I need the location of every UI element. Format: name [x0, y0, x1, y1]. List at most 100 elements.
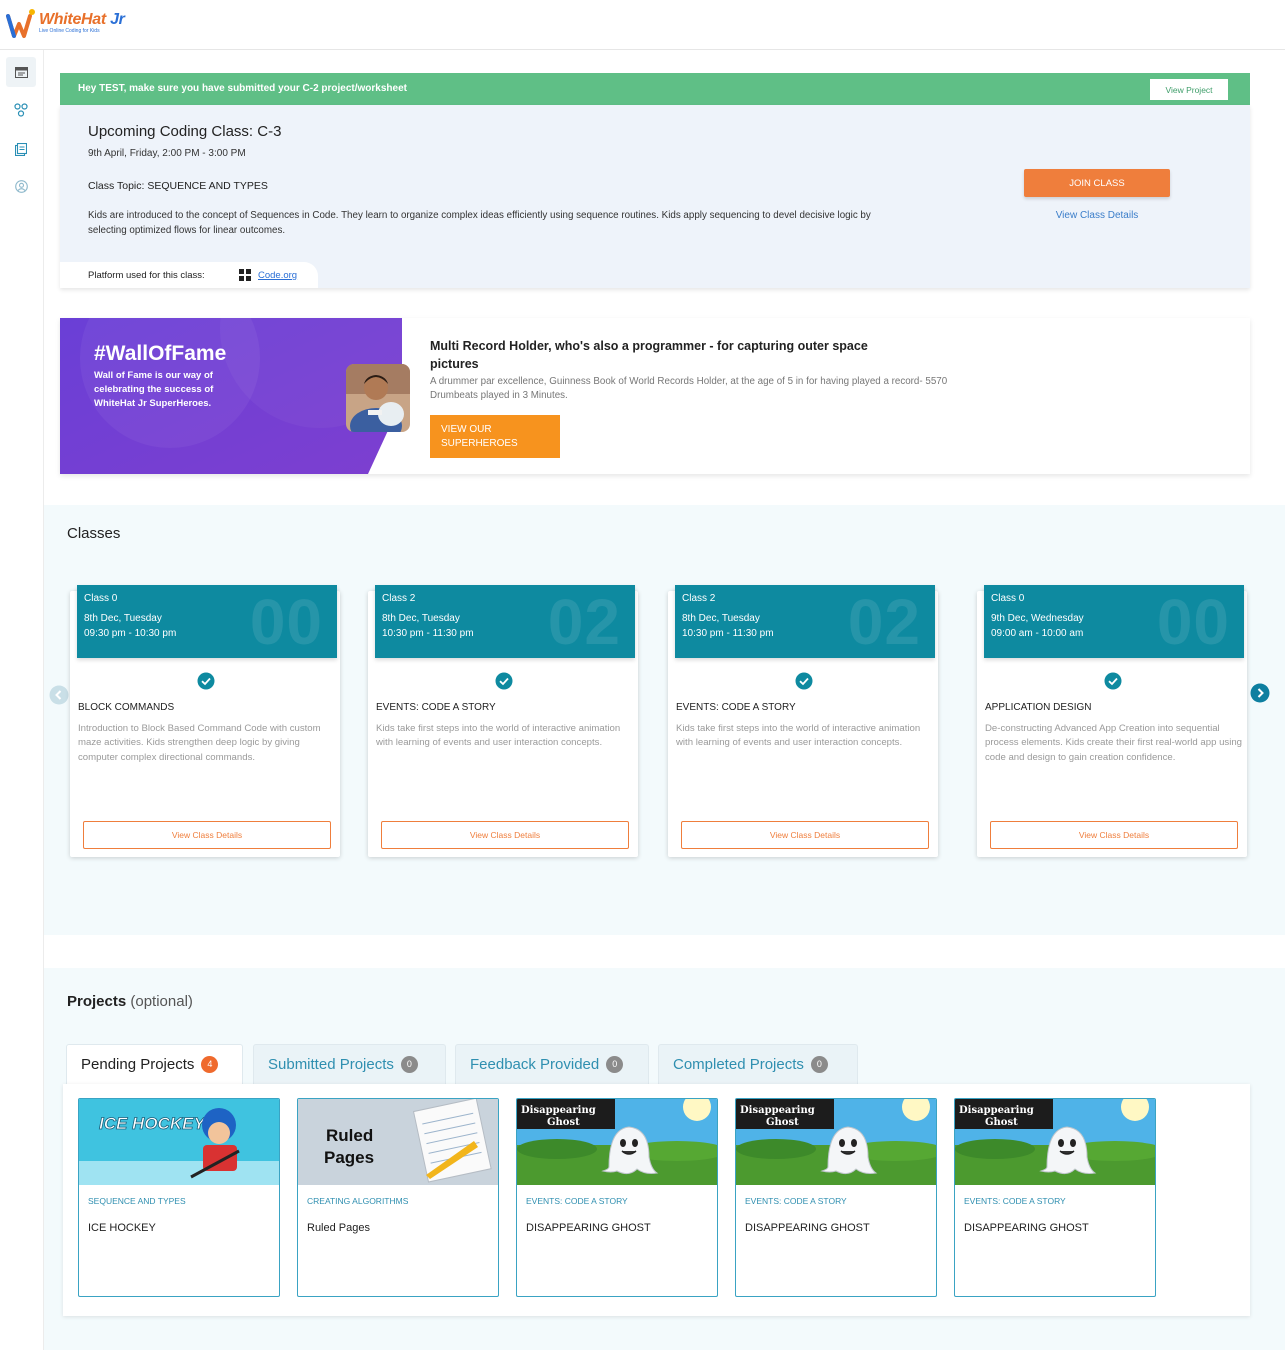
view-class-details-link[interactable]: View Class Details — [1024, 210, 1170, 221]
project-thumbnail: Disappearing Ghost — [736, 1099, 936, 1185]
project-category: EVENTS: CODE A STORY — [964, 1196, 1066, 1206]
class-card: 00 Class 0 9th Dec, Wednesday 09:00 am -… — [977, 585, 1247, 857]
project-name: DISAPPEARING GHOST — [745, 1222, 870, 1234]
completed-check-icon — [495, 672, 513, 690]
logo-name: WhiteHat Jr — [39, 11, 125, 28]
project-category: EVENTS: CODE A STORY — [526, 1196, 628, 1206]
notes-icon — [15, 142, 27, 156]
platform-link[interactable]: Code.org — [258, 270, 297, 281]
project-card[interactable]: ICE HOCKEY SEQUENCE AND TYPES ICE HOCKEY — [78, 1098, 280, 1297]
class-date: 8th Dec, Tuesday — [682, 613, 760, 624]
tab-count-badge: 0 — [606, 1056, 624, 1073]
class-card: 00 Class 0 8th Dec, Tuesday 09:30 pm - 1… — [70, 585, 340, 857]
completed-check-icon — [795, 672, 813, 690]
carousel-next-arrow-icon[interactable] — [1250, 683, 1270, 703]
project-image-text: Disappearing — [740, 1105, 815, 1116]
class-time: 10:30 pm - 11:30 pm — [382, 628, 474, 639]
class-label: Class 2 — [382, 593, 416, 604]
view-class-details-button[interactable]: View Class Details — [381, 821, 629, 849]
wall-of-fame-description: A drummer par excellence, Guinness Book … — [430, 376, 948, 401]
tab-label: Pending Projects — [81, 1056, 195, 1073]
class-card-header: 02 Class 2 8th Dec, Tuesday 10:30 pm - 1… — [675, 585, 935, 658]
carousel-prev-arrow-icon[interactable] — [49, 685, 69, 705]
projects-optional-label: (optional) — [130, 993, 193, 1010]
tab-count-badge: 0 — [400, 1056, 418, 1073]
profile-icon — [14, 179, 28, 193]
reminder-banner: Hey TEST, make sure you have submitted y… — [60, 73, 1250, 105]
project-name: ICE HOCKEY — [88, 1222, 156, 1234]
class-description: Introduction to Block Based Command Code… — [78, 723, 321, 763]
project-card[interactable]: Disappearing Ghost EVENTS: CODE A STORY … — [735, 1098, 937, 1297]
code-org-icon — [239, 269, 251, 281]
completed-check-icon — [1104, 672, 1122, 690]
class-title: EVENTS: CODE A STORY — [676, 702, 796, 713]
tab-submitted-projects[interactable]: Submitted Projects 0 — [253, 1044, 446, 1084]
class-card: 02 Class 2 8th Dec, Tuesday 10:30 pm - 1… — [368, 585, 638, 857]
wall-of-fame-subtitle: Wall of Fame is our way of celebrating t… — [94, 370, 214, 409]
view-class-details-button[interactable]: View Class Details — [990, 821, 1238, 849]
project-image-text: Disappearing — [959, 1105, 1034, 1116]
projects-title: Projects (optional) — [67, 993, 193, 1010]
project-category: CREATING ALGORITHMS — [307, 1196, 409, 1206]
view-project-button[interactable]: View Project — [1150, 79, 1228, 100]
tab-feedback-provided[interactable]: Feedback Provided 0 — [455, 1044, 649, 1084]
class-time: 09:30 pm - 10:30 pm — [84, 628, 177, 639]
class-card: 02 Class 2 8th Dec, Tuesday 10:30 pm - 1… — [668, 585, 938, 857]
sidebar-item-profile[interactable] — [6, 171, 36, 201]
view-class-details-button[interactable]: View Class Details — [681, 821, 929, 849]
svg-text:Ghost: Ghost — [766, 1117, 799, 1128]
projects-section: Projects (optional) Pending Projects 4 Su… — [44, 968, 1285, 1350]
sidebar-item-notes[interactable] — [6, 134, 36, 164]
class-time: 10:30 pm - 11:30 pm — [682, 628, 774, 639]
class-number-watermark: 00 — [1156, 586, 1230, 658]
view-class-details-button[interactable]: View Class Details — [83, 821, 331, 849]
class-title: APPLICATION DESIGN — [985, 702, 1092, 713]
class-description: Kids take first steps into the world of … — [676, 723, 921, 749]
upcoming-class-description: Kids are introduced to the concept of Se… — [88, 210, 871, 236]
view-superheroes-button[interactable]: VIEW OUR SUPERHEROES — [430, 415, 560, 458]
class-title: BLOCK COMMANDS — [78, 702, 175, 713]
completed-check-icon — [197, 672, 215, 690]
sidebar-item-dashboard[interactable] — [6, 57, 36, 87]
class-card-header: 00 Class 0 8th Dec, Tuesday 09:30 pm - 1… — [77, 585, 337, 658]
dashboard-icon — [14, 66, 28, 78]
platform-info: Platform used for this class: Code.org — [60, 262, 318, 288]
class-number-watermark: 02 — [847, 586, 921, 658]
project-name: Ruled Pages — [307, 1222, 370, 1234]
tab-count-badge: 0 — [810, 1056, 828, 1073]
svg-text:Ghost: Ghost — [547, 1117, 580, 1128]
sidebar-item-projects[interactable] — [6, 95, 36, 125]
class-number-watermark: 02 — [547, 586, 621, 658]
class-label: Class 0 — [991, 593, 1025, 604]
join-class-button[interactable]: JOIN CLASS — [1024, 169, 1170, 197]
class-card-header: 02 Class 2 8th Dec, Tuesday 10:30 pm - 1… — [375, 585, 635, 658]
tab-completed-projects[interactable]: Completed Projects 0 — [658, 1044, 858, 1084]
svg-text:Ghost: Ghost — [985, 1117, 1018, 1128]
project-card[interactable]: Disappearing Ghost EVENTS: CODE A STORY … — [954, 1098, 1156, 1297]
class-label: Class 0 — [84, 593, 118, 604]
whitehat-logo[interactable]: WhiteHat Jr Live Online Coding for Kids — [6, 8, 125, 40]
logo-w-icon — [6, 9, 35, 38]
project-thumbnail: Ruled Pages — [298, 1099, 498, 1185]
project-thumbnail: ICE HOCKEY — [79, 1099, 279, 1185]
sidebar — [0, 50, 44, 1350]
project-image-text: ICE HOCKEY — [99, 1114, 206, 1133]
platform-label: Platform used for this class: — [88, 270, 205, 281]
project-thumbnail: Disappearing Ghost — [517, 1099, 717, 1185]
class-date: 8th Dec, Tuesday — [382, 613, 460, 624]
project-card[interactable]: Disappearing Ghost EVENTS: CODE A STORY … — [516, 1098, 718, 1297]
class-card-header: 00 Class 0 9th Dec, Wednesday 09:00 am -… — [984, 585, 1244, 658]
wall-of-fame-headline: Multi Record Holder, who's also a progra… — [430, 339, 868, 371]
upcoming-class-datetime: 9th April, Friday, 2:00 PM - 3:00 PM — [88, 148, 246, 159]
tab-pending-projects[interactable]: Pending Projects 4 — [66, 1044, 243, 1084]
tab-label: Feedback Provided — [470, 1056, 600, 1073]
class-time: 09:00 am - 10:00 am — [991, 628, 1084, 639]
tab-count-badge: 4 — [201, 1056, 219, 1073]
project-card[interactable]: Ruled Pages CREATING ALGORITHMS Ruled Pag… — [297, 1098, 499, 1297]
upcoming-class-title: Upcoming Coding Class: C-3 — [88, 123, 282, 140]
logo-tagline: Live Online Coding for Kids — [39, 28, 100, 34]
class-title: EVENTS: CODE A STORY — [376, 702, 496, 713]
projects-panel: ICE HOCKEY SEQUENCE AND TYPES ICE HOCKEY — [63, 1084, 1250, 1316]
project-thumbnail: Disappearing Ghost — [955, 1099, 1155, 1185]
top-bar: WhiteHat Jr Live Online Coding for Kids — [0, 0, 1285, 50]
